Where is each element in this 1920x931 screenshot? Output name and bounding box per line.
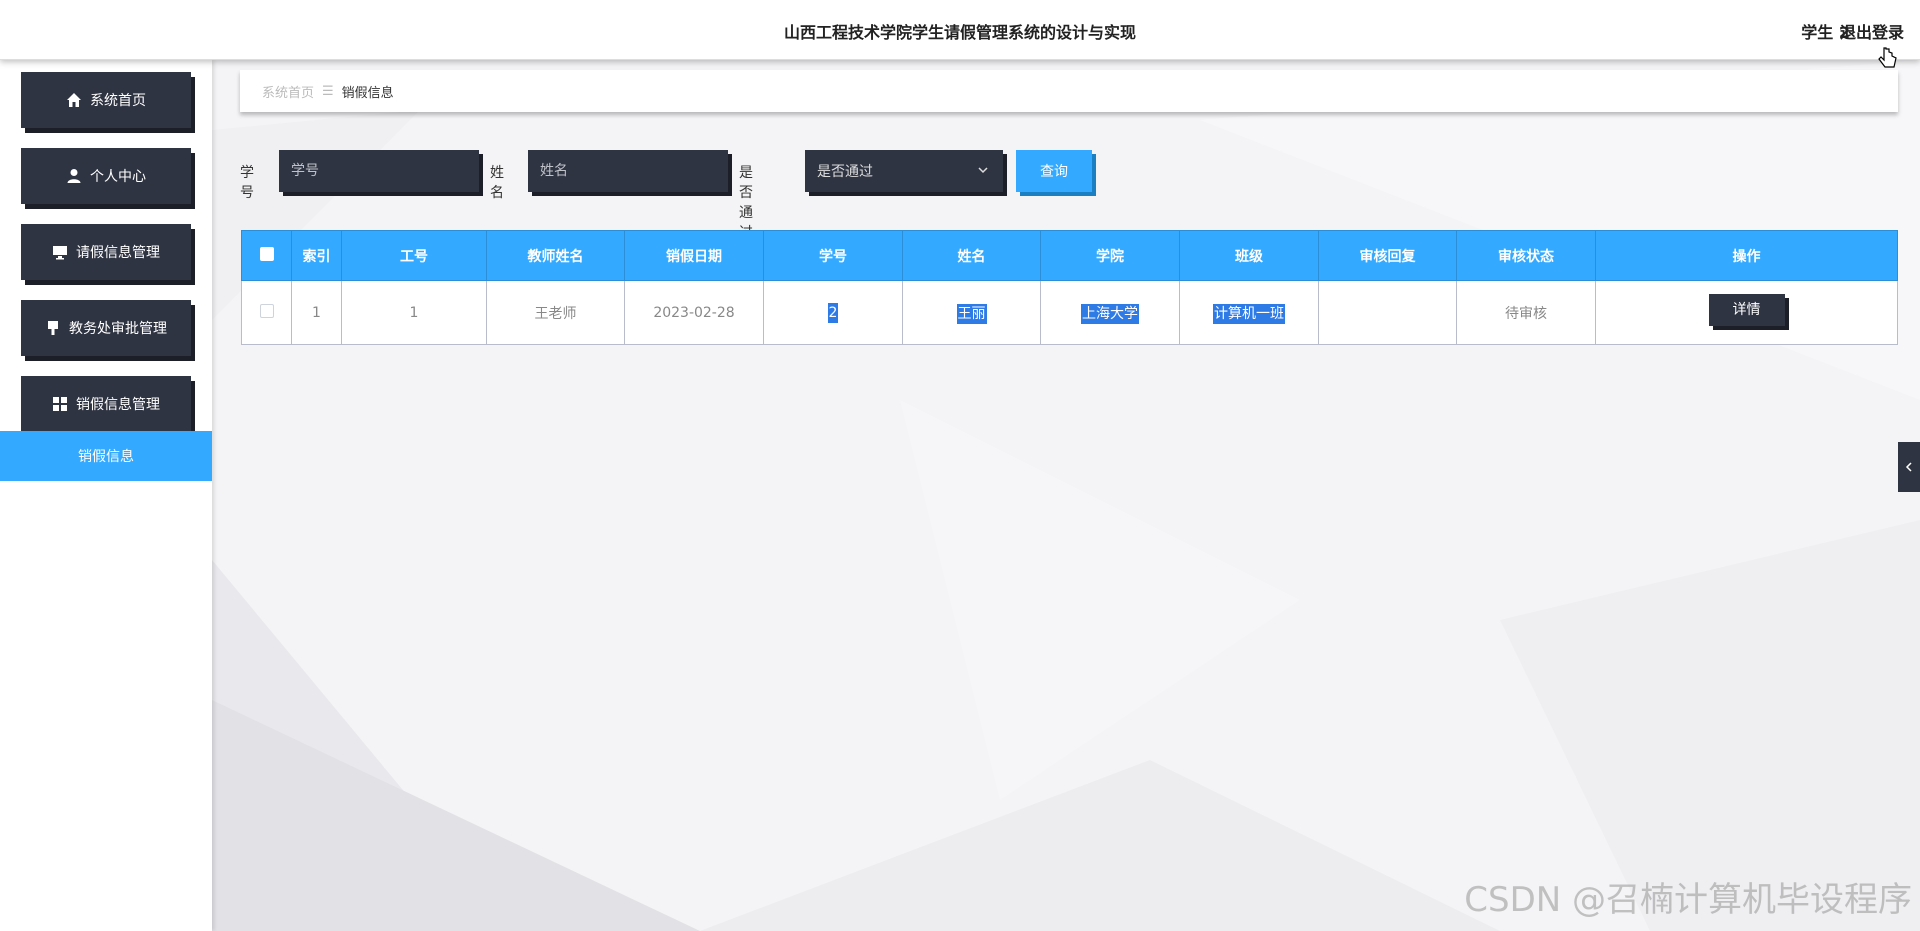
cell-work-no: 1	[341, 280, 487, 345]
column-header: 审核回复	[1318, 230, 1457, 281]
student-id-label: 学号	[240, 165, 254, 201]
sidebar-subitem-cancel-leave-info[interactable]: 销假信息	[0, 431, 212, 481]
chevron-left-icon	[1905, 462, 1912, 472]
column-header: 审核状态	[1456, 230, 1596, 281]
user-icon	[67, 169, 81, 183]
sidebar-item-personal-center[interactable]: 个人中心	[21, 148, 191, 204]
home-icon	[67, 93, 81, 107]
column-header: 姓名	[902, 230, 1041, 281]
column-header: 工号	[341, 230, 487, 281]
selected-text: 上海大学	[1081, 303, 1139, 324]
breadcrumb: 系统首页 ☰ 销假信息	[240, 70, 1898, 112]
cell-date: 2023-02-28	[624, 280, 764, 345]
column-header: 教师姓名	[486, 230, 625, 281]
table-header-row: 索引 工号 教师姓名 销假日期 学号 姓名 学院 班级 审核回复 审核状态 操作	[241, 230, 1898, 281]
sidebar-item-leave-management[interactable]: 请假信息管理	[21, 224, 191, 280]
select-all-checkbox[interactable]	[259, 246, 274, 261]
chevron-down-icon	[978, 167, 988, 174]
column-header: 学号	[763, 230, 903, 281]
cell-class: 计算机一班	[1179, 280, 1319, 345]
sidebar: 系统首页 个人中心 请假信息管理 教务处审批管理 销假信息管理 销假信息	[0, 60, 212, 931]
cell-student-id: 2	[763, 280, 903, 345]
sidebar-item-label: 教务处审批管理	[69, 321, 167, 337]
row-select-cell	[241, 280, 292, 345]
name-input[interactable]	[528, 150, 728, 192]
selected-text: 王丽	[956, 303, 987, 324]
student-id-input[interactable]	[279, 150, 479, 192]
query-button[interactable]: 查询	[1016, 150, 1092, 192]
row-checkbox[interactable]	[259, 303, 274, 318]
select-all-header	[241, 230, 292, 281]
grid-icon	[53, 397, 67, 411]
stamp-icon	[48, 321, 58, 335]
passed-select[interactable]: 是否通过	[805, 150, 1003, 192]
logout-link[interactable]: 退出登录	[1840, 19, 1904, 43]
top-header: 山西工程技术学院学生请假管理系统的设计与实现 学生 2 退出登录	[0, 0, 1920, 60]
passed-select-value: 是否通过	[817, 164, 873, 180]
page-title: 山西工程技术学院学生请假管理系统的设计与实现	[783, 23, 1136, 42]
name-label: 姓名	[490, 165, 504, 201]
cell-college: 上海大学	[1040, 280, 1180, 345]
sidebar-item-home[interactable]: 系统首页	[21, 72, 191, 128]
column-header: 班级	[1179, 230, 1319, 281]
sidebar-item-label: 系统首页	[90, 93, 146, 109]
cell-teacher-name: 王老师	[486, 280, 625, 345]
breadcrumb-separator-icon: ☰	[322, 83, 334, 99]
collapse-panel-toggle[interactable]	[1898, 442, 1920, 492]
cell-name: 王丽	[902, 280, 1041, 345]
cell-index: 1	[291, 280, 342, 345]
cell-status: 待审核	[1456, 280, 1596, 345]
watermark: CSDN @召楠计算机毕设程序	[1464, 880, 1912, 920]
detail-button[interactable]: 详情	[1708, 293, 1785, 326]
breadcrumb-home[interactable]: 系统首页	[262, 82, 314, 101]
selected-text: 计算机一班	[1213, 303, 1285, 324]
background-pattern	[212, 60, 1920, 931]
sidebar-item-cancel-leave-management[interactable]: 销假信息管理	[21, 376, 191, 432]
table-row: 1 1 王老师 2023-02-28 2 王丽 上海大学 计算机一班 待审核 详…	[241, 280, 1898, 345]
sidebar-item-approval-management[interactable]: 教务处审批管理	[21, 300, 191, 356]
column-header: 操作	[1595, 230, 1898, 281]
sidebar-item-label: 请假信息管理	[76, 245, 160, 261]
cell-actions: 详情	[1595, 280, 1898, 345]
column-header: 索引	[291, 230, 342, 281]
data-table: 索引 工号 教师姓名 销假日期 学号 姓名 学院 班级 审核回复 审核状态 操作…	[241, 230, 1898, 345]
column-header: 销假日期	[624, 230, 764, 281]
sidebar-item-label: 个人中心	[90, 169, 146, 185]
mouse-cursor-icon	[1878, 47, 1897, 68]
sidebar-item-label: 销假信息管理	[76, 397, 160, 413]
selected-text: 2	[827, 302, 839, 323]
breadcrumb-current: 销假信息	[341, 85, 394, 101]
column-header: 学院	[1040, 230, 1180, 281]
cell-reply	[1318, 280, 1457, 345]
monitor-icon	[53, 246, 67, 260]
